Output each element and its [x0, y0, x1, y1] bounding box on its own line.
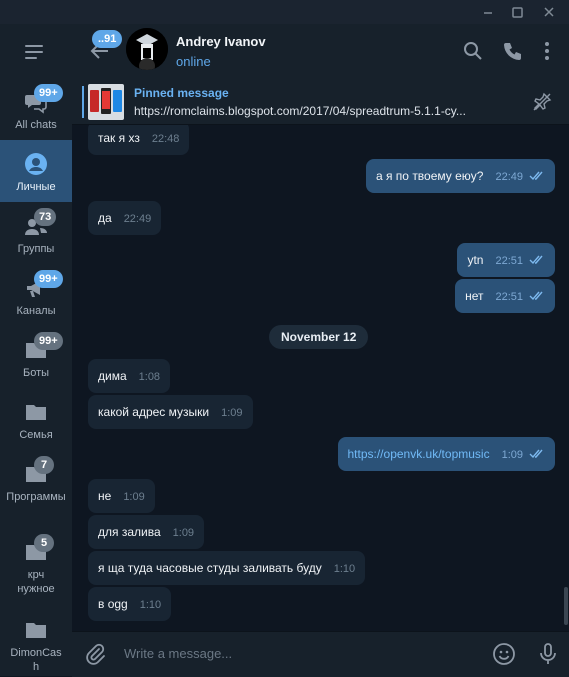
maximize-icon[interactable] — [508, 3, 526, 21]
message-time: 1:09 — [221, 407, 243, 419]
message-bubble[interactable]: так я хз 22:48 — [88, 125, 190, 155]
message-time: 22:49 — [123, 213, 152, 225]
folder-label: Каналы — [16, 305, 56, 317]
avatar[interactable] — [126, 28, 168, 70]
folder-label: All chats — [15, 119, 57, 131]
message-time: 1:10 — [139, 599, 162, 611]
contact-status: online — [176, 54, 211, 69]
message-text: какой адрес музыки — [98, 405, 210, 419]
unpin-icon[interactable] — [532, 92, 552, 112]
message-text: ytn — [467, 253, 484, 267]
unread-count-badge: ..91 — [92, 30, 123, 48]
message-bubble[interactable]: ytn 22:51 — [457, 243, 555, 277]
message-bubble[interactable]: да 22:49 — [88, 201, 162, 235]
folder-label: Группы — [17, 243, 55, 255]
message-bubble[interactable]: для залива 1:09 — [88, 515, 205, 549]
message-text: в ogg — [98, 597, 128, 611]
folder-label: Программы — [6, 491, 66, 503]
folders-sidebar: 99+ All chats Личные 73 Группы 99+ Канал… — [0, 24, 72, 676]
message-link[interactable]: https://openvk.uk/topmusic — [348, 447, 490, 461]
read-checkmarks-icon — [529, 449, 543, 459]
message-time: 22:51 — [495, 291, 523, 303]
message-time: 22:49 — [495, 171, 523, 183]
chat-header: ..91 Andrey Ivanov online — [72, 24, 569, 81]
unread-badge: 73 — [34, 208, 57, 226]
folder-groups[interactable]: 73 Группы — [0, 202, 72, 264]
paperclip-icon[interactable] — [84, 643, 106, 665]
message-time: 1:09 — [172, 527, 195, 539]
unread-badge: 99+ — [34, 332, 63, 350]
message-bubble[interactable]: я ща туда часовые студы заливать буду 1:1… — [88, 551, 366, 585]
message-text: я ща туда часовые студы заливать буду — [98, 561, 322, 575]
message-list[interactable]: так я хз 22:48 а я по твоему еюу? 22:49 да… — [72, 125, 569, 631]
folder-bots[interactable]: 99+ Боты — [0, 326, 72, 388]
message-time: 22:51 — [495, 255, 523, 267]
phone-icon[interactable] — [502, 40, 524, 62]
microphone-icon[interactable] — [536, 642, 560, 666]
message-input[interactable]: Write a message... — [124, 646, 232, 661]
message-text: нет — [465, 289, 484, 303]
folder-icon — [26, 405, 46, 420]
folder-icon — [26, 623, 46, 638]
message-bubble[interactable]: нет 22:51 — [455, 279, 555, 313]
folder-important[interactable]: 5 крч нужное — [0, 528, 72, 595]
message-text: не — [98, 489, 112, 503]
folder-label: Личные — [16, 181, 56, 193]
message-text: а я по твоему еюу? — [375, 169, 484, 183]
more-options-icon[interactable] — [536, 40, 558, 62]
unread-badge: 7 — [34, 456, 54, 474]
message-text: для залива — [98, 525, 161, 539]
message-time: 22:48 — [151, 133, 180, 145]
message-bubble[interactable]: в ogg 1:10 — [88, 587, 172, 621]
message-text: так я хз — [98, 131, 140, 145]
folder-programs[interactable]: 7 Программы — [0, 450, 72, 512]
scrollbar[interactable] — [564, 587, 568, 625]
message-bubble[interactable]: не 1:09 — [88, 479, 155, 513]
folder-label: DimonCash — [10, 647, 62, 673]
close-icon[interactable] — [540, 3, 558, 21]
unread-badge: 5 — [34, 534, 54, 552]
message-time: 1:10 — [333, 563, 356, 575]
folder-label: Семья — [19, 429, 53, 441]
pinned-text: https://romclaims.blogspot.com/2017/04/s… — [134, 104, 466, 118]
pinned-title: Pinned message — [134, 86, 229, 100]
read-checkmarks-icon — [529, 291, 543, 301]
message-text: да — [98, 211, 112, 225]
message-time: 1:09 — [123, 491, 145, 503]
message-text: дима — [98, 369, 127, 383]
folder-dimoncash[interactable]: DimonCash — [0, 606, 72, 673]
folder-label: Боты — [22, 367, 50, 379]
pinned-message-bar[interactable]: Pinned message https://romclaims.blogspo… — [72, 80, 569, 125]
folder-all-chats[interactable]: 99+ All chats — [0, 78, 72, 140]
read-checkmarks-icon — [529, 255, 543, 265]
pinned-thumbnail — [88, 84, 124, 120]
person-icon — [25, 153, 47, 175]
message-time: 1:09 — [501, 449, 523, 461]
message-bubble[interactable]: https://openvk.uk/topmusic 1:09 — [337, 437, 555, 471]
unread-badge: 99+ — [34, 84, 63, 102]
message-composer: Write a message... — [72, 631, 569, 677]
emoji-icon[interactable] — [492, 642, 516, 666]
read-checkmarks-icon — [529, 171, 543, 181]
message-time: 1:08 — [138, 371, 161, 383]
window-titlebar — [0, 0, 569, 24]
folder-family[interactable]: Семья — [0, 388, 72, 450]
unread-badge: 99+ — [34, 270, 63, 288]
folder-label: крч нужное — [17, 569, 55, 595]
menu-icon[interactable] — [25, 44, 47, 62]
pinned-accent-bar — [82, 86, 84, 118]
date-separator: November 12 — [269, 325, 369, 349]
folder-personal[interactable]: Личные — [0, 140, 72, 202]
message-bubble[interactable]: дима 1:08 — [88, 359, 171, 393]
minimize-icon[interactable] — [479, 3, 497, 21]
message-bubble[interactable]: какой адрес музыки 1:09 — [88, 395, 253, 429]
message-bubble[interactable]: а я по твоему еюу? 22:49 — [365, 159, 555, 193]
folder-channels[interactable]: 99+ Каналы — [0, 264, 72, 326]
search-icon[interactable] — [462, 40, 484, 62]
contact-name[interactable]: Andrey Ivanov — [176, 34, 266, 49]
